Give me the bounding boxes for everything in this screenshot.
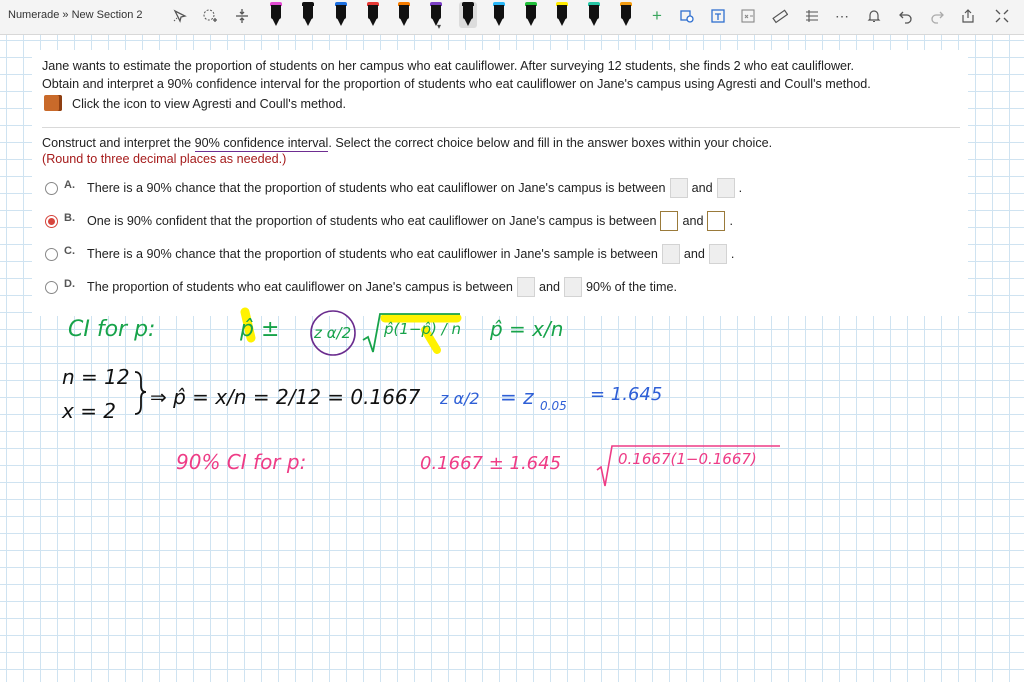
brace — [134, 371, 147, 415]
z-subscript: 0.05 — [540, 399, 567, 413]
phat-calculation: ⇒ p̂ = x/n = 2/12 = 0.1667 — [150, 385, 421, 409]
ci-line-value: 0.1667 ± 1.645 — [420, 453, 561, 474]
n-value: n = 12 — [62, 365, 130, 389]
ci-line-label: 90% CI for p: — [176, 450, 306, 474]
sqrt-body: p̂(1−p̂) / n — [383, 320, 461, 338]
z-calc-mid: = z — [500, 385, 534, 409]
x-value: x = 2 — [61, 399, 116, 423]
handwritten-notes: CI for p: p̂ ± z α/2 p̂(1−p̂) / n p̂ = x… — [61, 307, 780, 487]
z-calc-rhs: = 1.645 — [590, 384, 662, 405]
z-alpha: z α/2 — [313, 324, 351, 342]
phat-pm: p̂ ± — [239, 317, 279, 342]
ci-label: CI for p: — [68, 317, 155, 342]
phat-definition: p̂ = x/n — [489, 317, 563, 341]
ci-line-sqrt: 0.1667(1−0.1667) — [618, 450, 757, 468]
z-calc-lhs: z α/2 — [439, 389, 480, 408]
